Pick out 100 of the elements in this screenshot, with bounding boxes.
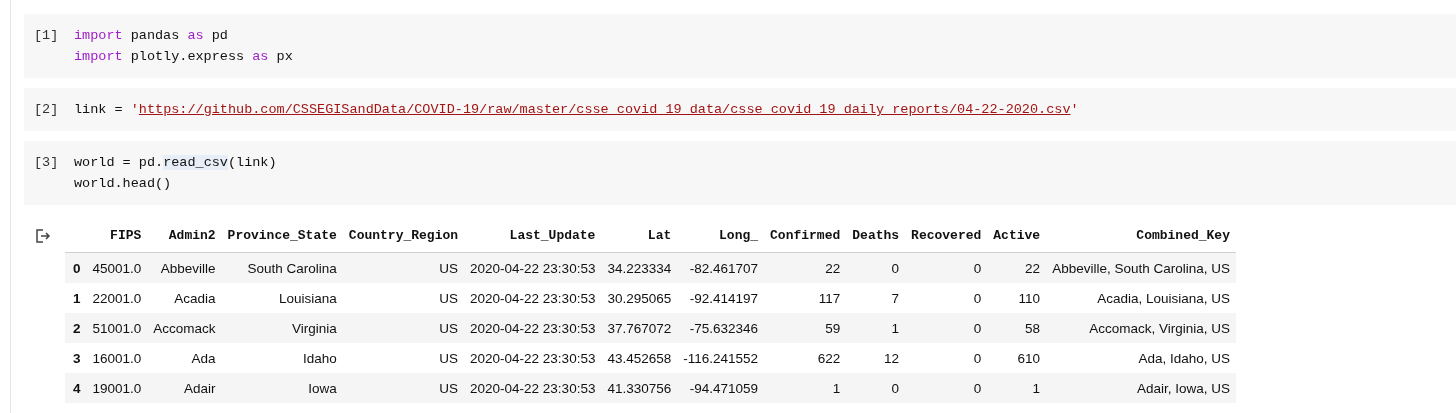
table-cell: -116.241552 bbox=[677, 343, 765, 373]
table-cell: 2020-04-22 23:30:53 bbox=[464, 283, 602, 313]
column-header: Country_Region bbox=[342, 220, 465, 253]
table-cell: 110 bbox=[987, 283, 1047, 313]
code-cell[interactable]: [2] link = 'https://github.com/CSSEGISandData/COVID-19/raw/master/csse_covid_19_data/csse_covid_19_daily_reports/04-22-2020.csv' bbox=[24, 88, 1456, 131]
column-header: Last_Update bbox=[464, 220, 602, 253]
code-text: pd bbox=[210, 28, 228, 43]
column-header: Combined_Key bbox=[1046, 220, 1236, 253]
table-cell: Iowa bbox=[221, 373, 343, 403]
column-header: Confirmed bbox=[764, 220, 847, 253]
table-cell: Accomack, Virginia, US bbox=[1046, 313, 1236, 343]
column-header: Active bbox=[987, 220, 1047, 253]
table-cell: 19001.0 bbox=[86, 373, 148, 403]
table-cell: 12 bbox=[846, 343, 906, 373]
table-cell: 45001.0 bbox=[86, 252, 148, 283]
table-cell: 22 bbox=[764, 252, 847, 283]
table-cell: 2020-04-22 23:30:53 bbox=[464, 343, 602, 373]
table-cell: 2020-04-22 23:30:53 bbox=[464, 373, 602, 403]
table-cell: Virginia bbox=[221, 313, 343, 343]
code-text: (link) bbox=[227, 155, 277, 170]
code-text: plotly.express bbox=[129, 49, 246, 64]
table-cell: 0 bbox=[846, 373, 906, 403]
table-cell: US bbox=[342, 373, 465, 403]
table-cell: 7 bbox=[846, 283, 906, 313]
code-text: world.head() bbox=[74, 176, 172, 191]
table-cell: 30.295065 bbox=[601, 283, 678, 313]
column-header: Lat bbox=[601, 220, 678, 253]
table-cell: Ada bbox=[147, 343, 222, 373]
table-cell: 2020-04-22 23:30:53 bbox=[464, 252, 602, 283]
code-cell[interactable]: [3] world = pd.read_csv(link) world.head() bbox=[24, 141, 1456, 205]
table-cell: South Carolina bbox=[221, 252, 343, 283]
column-header: Province_State bbox=[221, 220, 343, 253]
table-cell: 0 bbox=[905, 252, 988, 283]
table-cell: 22001.0 bbox=[86, 283, 148, 313]
table-cell: 59 bbox=[764, 313, 847, 343]
table-cell: 37.767072 bbox=[601, 313, 678, 343]
column-header: Recovered bbox=[905, 220, 988, 253]
execution-count: [3] bbox=[34, 154, 60, 172]
code-keyword: as bbox=[187, 28, 204, 43]
table-cell: Adair, Iowa, US bbox=[1046, 373, 1236, 403]
table-cell: US bbox=[342, 252, 465, 283]
string-quote: ' bbox=[1070, 102, 1079, 117]
code-text: px bbox=[275, 49, 293, 64]
table-cell: -94.471059 bbox=[677, 373, 765, 403]
row-index: 0 bbox=[65, 252, 87, 283]
execution-count: [2] bbox=[34, 101, 60, 119]
code-text: world = pd. bbox=[74, 155, 164, 170]
table-cell: 1 bbox=[846, 313, 906, 343]
table-cell: 0 bbox=[905, 313, 988, 343]
table-cell: Adair bbox=[147, 373, 222, 403]
table-cell: 41.330756 bbox=[601, 373, 678, 403]
table-cell: 2020-04-22 23:30:53 bbox=[464, 313, 602, 343]
table-cell: 34.223334 bbox=[601, 252, 678, 283]
execution-count: [1] bbox=[34, 27, 60, 45]
table-cell: Ada, Idaho, US bbox=[1046, 343, 1236, 373]
output-icon[interactable] bbox=[35, 228, 51, 244]
table-cell: 0 bbox=[846, 252, 906, 283]
table-cell: 22 bbox=[987, 252, 1047, 283]
table-cell: -82.461707 bbox=[677, 252, 765, 283]
table-cell: 622 bbox=[764, 343, 847, 373]
string-quote: ' bbox=[130, 102, 139, 117]
column-header: Admin2 bbox=[147, 220, 222, 253]
code-keyword: import bbox=[74, 28, 123, 43]
table-cell: Abbeville bbox=[147, 252, 222, 283]
table-cell: -75.632346 bbox=[677, 313, 765, 343]
table-cell: Louisiana bbox=[221, 283, 343, 313]
table-cell: US bbox=[342, 313, 465, 343]
row-index: 2 bbox=[65, 313, 87, 343]
table-cell: -92.414197 bbox=[677, 283, 765, 313]
table-cell: 610 bbox=[987, 343, 1047, 373]
table-cell: 0 bbox=[905, 343, 988, 373]
table-cell: Acadia bbox=[147, 283, 222, 313]
table-cell: US bbox=[342, 283, 465, 313]
table-cell: 58 bbox=[987, 313, 1047, 343]
url-link[interactable]: https://github.com/CSSEGISandData/COVID-19/raw/master/csse_covid_19_data/csse_covid_19_daily_reports/04-22-2020.csv bbox=[138, 102, 1071, 117]
table-cell: Accomack bbox=[147, 313, 222, 343]
table-cell: 51001.0 bbox=[86, 313, 148, 343]
table-cell: Idaho bbox=[221, 343, 343, 373]
table-cell: US bbox=[342, 343, 465, 373]
code-cell[interactable]: [1] import pandas as pd import plotly.express as px bbox=[24, 14, 1456, 78]
column-header: Deaths bbox=[846, 220, 906, 253]
row-index: 3 bbox=[65, 343, 87, 373]
code-keyword: as bbox=[252, 49, 269, 64]
table-cell: 1 bbox=[764, 373, 847, 403]
table-cell: 117 bbox=[764, 283, 847, 313]
table-cell: 0 bbox=[905, 373, 988, 403]
row-index: 1 bbox=[65, 283, 87, 313]
table-cell: Acadia, Louisiana, US bbox=[1046, 283, 1236, 313]
code-keyword: import bbox=[74, 49, 123, 64]
row-index: 4 bbox=[65, 373, 87, 403]
table-cell: 0 bbox=[905, 283, 988, 313]
code-text: pandas bbox=[129, 28, 181, 43]
code-text: link = bbox=[74, 102, 124, 117]
column-header: FIPS bbox=[86, 220, 148, 253]
code-text: read_csv bbox=[163, 155, 228, 170]
column-header: Long_ bbox=[677, 220, 765, 253]
table-cell: 1 bbox=[987, 373, 1047, 403]
table-cell: 43.452658 bbox=[601, 343, 678, 373]
table-cell: Abbeville, South Carolina, US bbox=[1046, 252, 1236, 283]
table-cell: 16001.0 bbox=[86, 343, 148, 373]
